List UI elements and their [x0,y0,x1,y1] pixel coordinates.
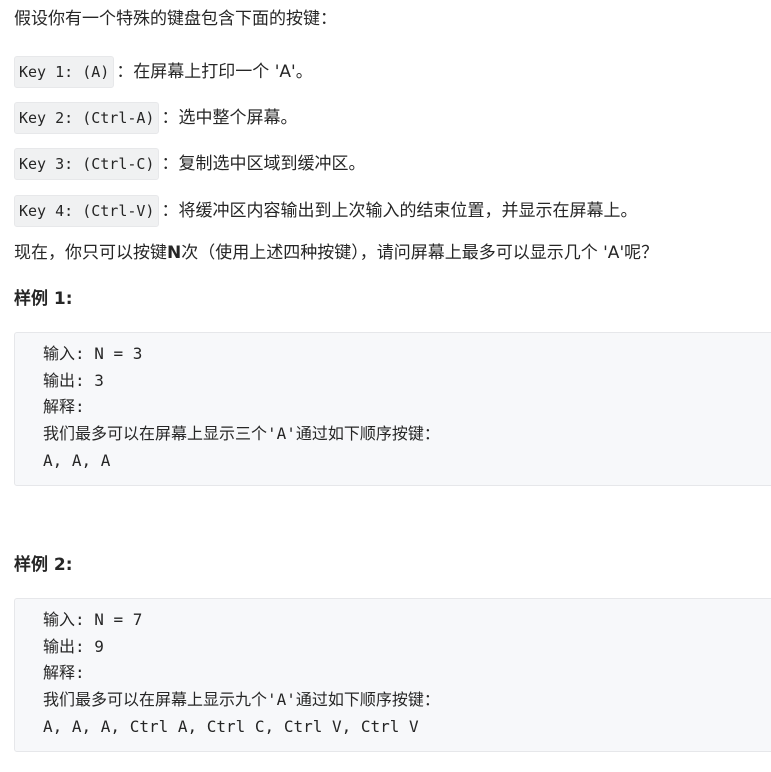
key-2-code: Key 2: (Ctrl-A) [14,102,160,134]
key-3-code: Key 3: (Ctrl-C) [14,148,160,180]
example-2-sequence: A, A, A, Ctrl A, Ctrl C, Ctrl V, Ctrl V [43,716,419,736]
example-1-explanation: 我们最多可以在屏幕上显示三个'A'通过如下顺序按键： [43,424,440,444]
intro-text: 假设你有一个特殊的键盘包含下面的按键： [14,9,337,29]
example-1-explain-label: 解释: [43,397,85,417]
key-4-code: Key 4: (Ctrl-V) [14,195,160,227]
key-3-description: ：复制选中区域到缓冲区。 [161,154,366,174]
example-1-output: 输出: 3 [43,370,104,390]
key-4-description: ：将缓冲区内容输出到上次输入的结束位置，并显示在屏幕上。 [161,201,638,221]
example-2-title: 样例 2: [14,555,73,575]
example-2-explain-label: 解释: [43,663,85,683]
key-2-description: ：选中整个屏幕。 [161,108,298,128]
example-1-title: 样例 1: [14,289,73,309]
question-suffix: 次（使用上述四种按键），请问屏幕上最多可以显示几个 'A'呢？ [181,243,659,263]
key-1-line: Key 1: (A) ：在屏幕上打印一个 'A'。 [14,56,313,88]
question-prefix: 现在，你只可以按键 [14,243,167,263]
question-variable-n: N [167,243,182,263]
example-2-input: 输入: N = 7 [43,610,143,629]
example-1-code-block: 输入: N = 3 输出: 3 解释: 我们最多可以在屏幕上显示三个'A'通过如… [14,332,771,486]
key-2-line: Key 2: (Ctrl-A) ：选中整个屏幕。 [14,102,297,134]
key-4-line: Key 4: (Ctrl-V) ：将缓冲区内容输出到上次输入的结束位置，并显示在… [14,195,637,227]
key-3-line: Key 3: (Ctrl-C) ：复制选中区域到缓冲区。 [14,148,365,180]
example-1-input: 输入: N = 3 [43,344,143,363]
question-text: 现在，你只可以按键 N 次（使用上述四种按键），请问屏幕上最多可以显示几个 'A… [14,240,658,266]
example-2-code-block: 输入: N = 7 输出: 9 解释: 我们最多可以在屏幕上显示九个'A'通过如… [14,598,771,752]
example-2-output: 输出: 9 [43,636,104,656]
key-1-description: ：在屏幕上打印一个 'A'。 [116,62,313,82]
example-1-sequence: A, A, A [43,450,111,470]
example-2-explanation: 我们最多可以在屏幕上显示九个'A'通过如下顺序按键： [43,690,440,710]
key-1-code: Key 1: (A) [14,56,115,88]
